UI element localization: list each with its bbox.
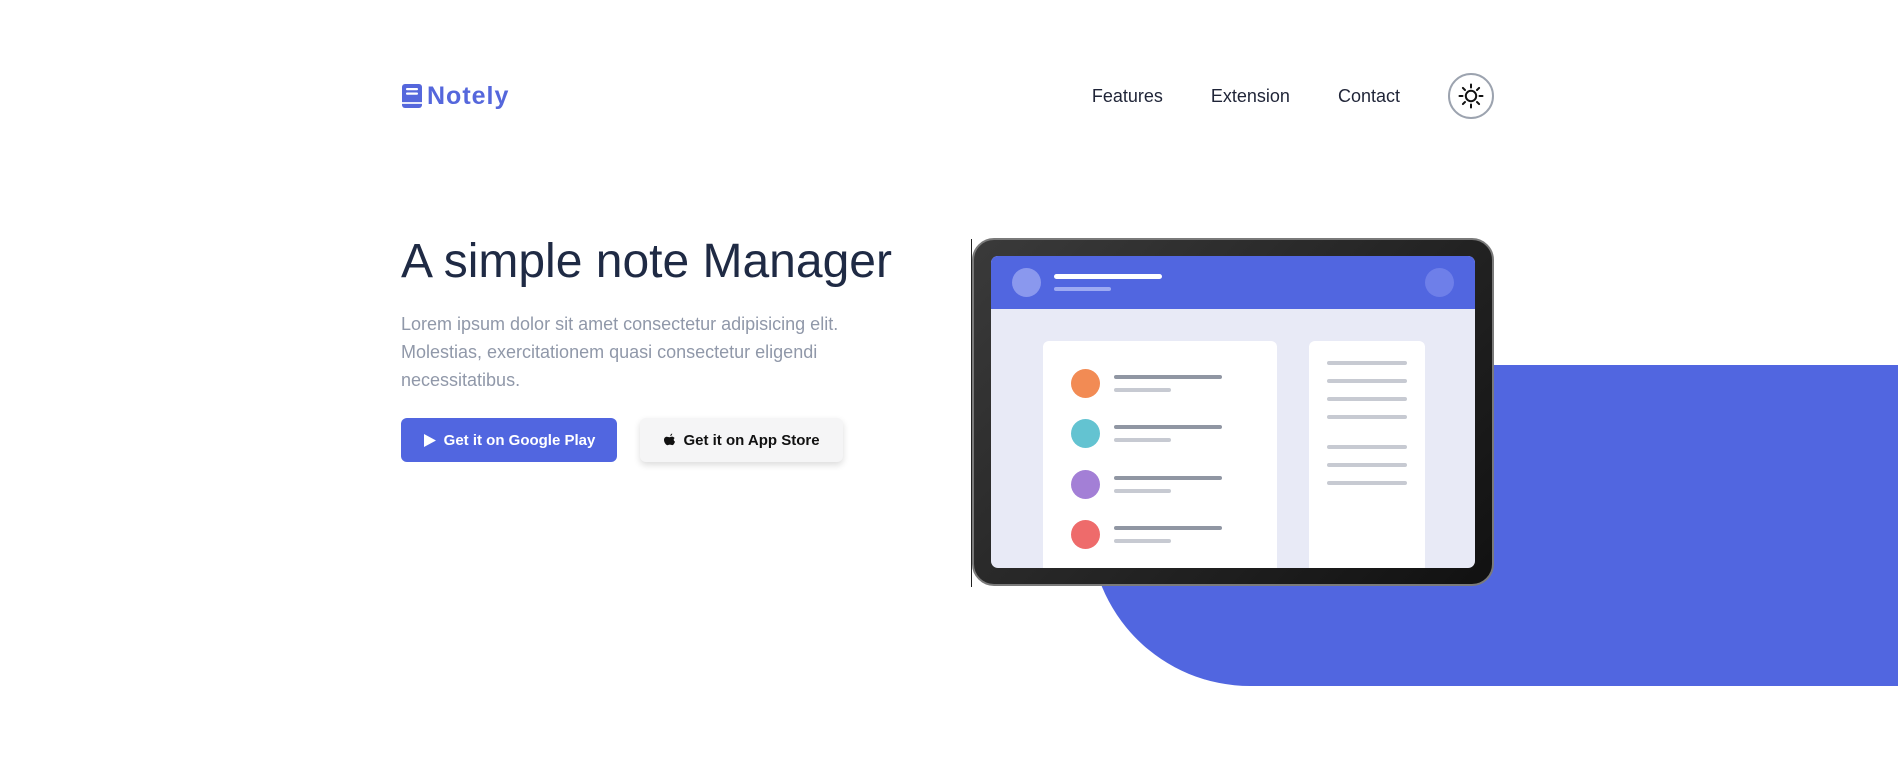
- side-panel-line: [1327, 415, 1407, 419]
- mock-avatar: [1012, 268, 1041, 297]
- note-subtitle-placeholder: [1114, 438, 1171, 442]
- app-store-label: Get it on App Store: [683, 431, 820, 449]
- nav-link-extension[interactable]: Extension: [1211, 86, 1290, 107]
- note-subtitle-placeholder: [1114, 388, 1171, 392]
- app-store-button[interactable]: Get it on App Store: [640, 418, 843, 462]
- note-title-placeholder: [1114, 476, 1222, 480]
- mock-note-item: [1071, 419, 1261, 449]
- mock-note-item: [1071, 369, 1261, 399]
- note-title-placeholder: [1114, 526, 1222, 530]
- play-icon: [423, 433, 436, 447]
- nav-link-contact[interactable]: Contact: [1338, 86, 1400, 107]
- mock-note-item: [1071, 470, 1261, 500]
- mock-side-panel: [1309, 341, 1425, 568]
- hero-title: A simple note Manager: [401, 235, 892, 288]
- side-panel-line: [1327, 481, 1407, 485]
- sun-icon: [1458, 83, 1484, 109]
- tablet-screen: [991, 256, 1475, 568]
- book-icon: [402, 84, 422, 108]
- note-subtitle-placeholder: [1114, 539, 1171, 543]
- note-title-placeholder: [1114, 425, 1222, 429]
- main-nav: Features Extension Contact: [1092, 72, 1494, 120]
- nav-link-features[interactable]: Features: [1092, 86, 1163, 107]
- note-color-dot: [1071, 470, 1100, 499]
- mock-notes-list: [1043, 341, 1277, 568]
- brand-name: Notely: [427, 81, 510, 110]
- side-panel-line: [1327, 397, 1407, 401]
- landing-page: Notely Features Extension Contact A simp…: [0, 0, 1898, 778]
- note-color-dot: [1071, 419, 1100, 448]
- google-play-button[interactable]: Get it on Google Play: [401, 418, 617, 462]
- theme-toggle-button[interactable]: [1448, 73, 1494, 119]
- side-panel-line: [1327, 463, 1407, 467]
- note-subtitle-placeholder: [1114, 489, 1171, 493]
- mock-title-placeholder: [1054, 274, 1162, 279]
- side-panel-line: [1327, 361, 1407, 365]
- note-color-dot: [1071, 369, 1100, 398]
- side-panel-line: [1327, 379, 1407, 383]
- note-color-dot: [1071, 520, 1100, 549]
- mock-menu-button: [1425, 268, 1454, 297]
- side-panel-line: [1327, 445, 1407, 449]
- mock-note-item: [1071, 520, 1261, 550]
- google-play-label: Get it on Google Play: [443, 431, 596, 449]
- note-title-placeholder: [1114, 375, 1222, 379]
- apple-icon: [664, 433, 676, 445]
- site-header: Notely Features Extension Contact: [401, 72, 1494, 120]
- mock-app-bar: [991, 256, 1475, 309]
- brand-logo[interactable]: Notely: [401, 72, 509, 120]
- mock-subtitle-placeholder: [1054, 287, 1111, 291]
- hero-description: Lorem ipsum dolor sit amet consectetur a…: [401, 314, 839, 390]
- tablet-illustration: [972, 238, 1494, 586]
